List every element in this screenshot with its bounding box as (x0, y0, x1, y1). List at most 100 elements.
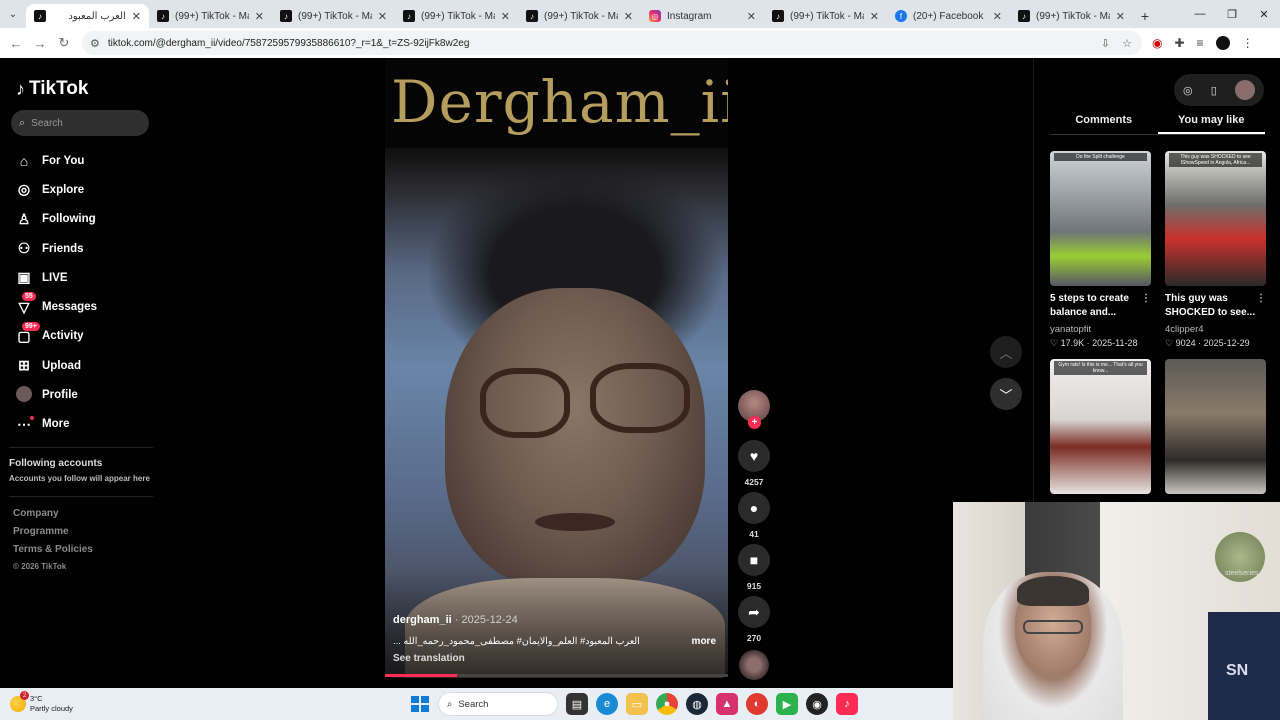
sidebar-item-profile[interactable]: Profile (16, 380, 97, 409)
video-thumbnail[interactable]: This guy was SHOCKED to see IShowSpeed i… (1165, 151, 1266, 286)
video-author[interactable]: dergham_ii · 2025-12-24 (393, 614, 518, 626)
obs-icon[interactable]: ◉ (806, 693, 828, 715)
sidebar-item-live[interactable]: ▣ LIVE (16, 263, 97, 292)
music-disc-icon[interactable] (739, 650, 769, 680)
recommended-video-card[interactable]: This guy was SHOCKED to see IShowSpeed i… (1165, 151, 1266, 349)
close-tab-icon[interactable]: ✕ (255, 10, 264, 23)
video-player[interactable]: Dergham_ii dergham_ii · 2025-12-24 العرب… (385, 58, 728, 678)
card-menu-icon[interactable]: ⋮ (1256, 292, 1266, 306)
search-input[interactable] (31, 117, 132, 129)
back-icon[interactable]: ← (4, 31, 28, 55)
steam-icon[interactable]: ◍ (686, 693, 708, 715)
forward-icon[interactable]: → (28, 31, 52, 55)
creator-avatar[interactable]: + (738, 390, 770, 429)
file-explorer-dark-icon[interactable]: ▤ (566, 693, 588, 715)
see-translation-link[interactable]: See translation (393, 653, 465, 664)
footer-link-terms[interactable]: Terms & Policies (13, 544, 93, 562)
recommended-video-card[interactable]: Gym rats! Is this is me... That's all yo… (1050, 359, 1151, 494)
comment-icon[interactable]: ● (738, 492, 770, 524)
card-title[interactable]: This guy was SHOCKED to see... ⋮ (1165, 292, 1266, 322)
next-video-chevron-down-icon[interactable]: ﹀ (990, 378, 1022, 410)
browser-tab[interactable]: f (20+) Facebook ✕ (887, 4, 1010, 28)
chrome-icon[interactable]: ● (656, 693, 678, 715)
card-author[interactable]: yanatopfit (1050, 324, 1151, 335)
device-icon[interactable]: ▯ (1211, 84, 1217, 97)
sidebar-item-explore[interactable]: ◎ Explore (16, 175, 97, 204)
weather-widget[interactable]: 2 3°C Partly cloudy (0, 691, 110, 714)
close-tab-icon[interactable]: ✕ (624, 10, 633, 23)
browser-profile-avatar[interactable] (1215, 36, 1230, 50)
explore-compass-icon[interactable]: ◎ (1183, 84, 1193, 97)
sidebar-item-for-you[interactable]: ⌂ For You (16, 146, 97, 175)
browser-tab[interactable]: ♪ (99+) TikTok - Make Y ✕ (1010, 4, 1133, 28)
previous-video-chevron-up-icon[interactable]: ︿ (990, 336, 1022, 368)
sidebar-item-friends[interactable]: ⚇ Friends (16, 234, 97, 263)
install-app-icon[interactable]: ⇩ (1101, 37, 1110, 50)
video-thumbnail[interactable]: Do the Split challenge (1050, 151, 1151, 286)
site-info-icon[interactable]: ⚙ (90, 37, 100, 50)
taskbar-search[interactable]: ⌕ Search (438, 692, 558, 716)
video-progress-bar[interactable] (385, 674, 728, 677)
app-green-icon[interactable]: ▶ (776, 693, 798, 715)
restore-icon[interactable]: ❐ (1216, 0, 1248, 28)
video-thumbnail[interactable]: Gym rats! Is this is me... That's all yo… (1050, 359, 1151, 494)
browser-tab[interactable]: ◎ Instagram ✕ (641, 4, 764, 28)
card-title[interactable]: 5 steps to create balance and... ⋮ (1050, 292, 1151, 322)
browser-tab[interactable]: ♪ (99+) TikTok - Make Y ✕ (395, 4, 518, 28)
caption-more-button[interactable]: more (692, 636, 716, 647)
card-author[interactable]: 4clipper4 (1165, 324, 1266, 335)
video-thumbnail[interactable] (1165, 359, 1266, 494)
tab-comments[interactable]: Comments (1050, 114, 1158, 134)
close-tab-icon[interactable]: ✕ (870, 10, 879, 23)
recommended-video-card[interactable]: Do the Split challenge 5 steps to create … (1050, 151, 1151, 349)
tab-you-may-like[interactable]: You may like (1157, 114, 1265, 134)
close-tab-icon[interactable]: ✕ (1116, 10, 1125, 23)
edge-icon[interactable]: e (596, 693, 618, 715)
sidebar-item-more[interactable]: ⋯ More (16, 410, 97, 439)
bookmark-star-icon[interactable]: ☆ (1122, 37, 1132, 50)
tiktok-logo[interactable]: ♪ TikTok (16, 78, 88, 100)
close-tab-icon[interactable]: ✕ (132, 10, 141, 23)
sidebar-item-messages[interactable]: ▽ 55 Messages (16, 292, 97, 321)
bookmark-icon[interactable]: ■ (738, 544, 770, 576)
close-tab-icon[interactable]: ✕ (747, 10, 756, 23)
like-icon[interactable]: ♥ (738, 440, 770, 472)
browser-tab[interactable]: ♪ (99+) TikTok - Make Y ✕ (149, 4, 272, 28)
share-icon[interactable]: ➦ (738, 596, 770, 628)
extensions-puzzle-icon[interactable]: ✚ (1174, 36, 1184, 50)
close-tab-icon[interactable]: ✕ (993, 10, 1002, 23)
browser-menu-icon[interactable]: ⋮ (1242, 36, 1254, 50)
sidebar-item-activity[interactable]: ▢ 99+ Activity (16, 321, 97, 351)
reload-icon[interactable]: ↻ (52, 31, 76, 55)
tiktok-icon: ♪ (403, 10, 415, 22)
browser-tab[interactable]: ♪ (99+) TikTok - Make Y ✕ (764, 4, 887, 28)
footer-link-company[interactable]: Company (13, 508, 93, 526)
avatar[interactable] (1234, 80, 1255, 100)
footer-link-programme[interactable]: Programme (13, 526, 93, 544)
extension-icon[interactable]: ◉ (1152, 36, 1162, 50)
close-tab-icon[interactable]: ✕ (378, 10, 387, 23)
sidebar-item-upload[interactable]: ⊞ Upload (16, 351, 97, 380)
compass-icon: ◎ (17, 181, 31, 198)
tab-search-icon[interactable]: ⌄ (0, 0, 26, 28)
photos-icon[interactable]: ▲ (716, 693, 738, 715)
app-red-icon[interactable]: ◐ (746, 693, 768, 715)
new-tab-button[interactable]: + (1133, 4, 1157, 28)
recommended-video-card[interactable] (1165, 359, 1266, 494)
media-controls-icon[interactable]: ≡ (1197, 36, 1204, 50)
close-window-icon[interactable]: ✕ (1248, 0, 1280, 28)
browser-tab[interactable]: ♪ العرب المعبود ✕ (26, 4, 149, 28)
url-field[interactable]: ⚙ tiktok.com/@dergham_ii/video/758725957… (82, 31, 1142, 55)
follow-plus-icon[interactable]: + (748, 416, 761, 429)
search-box[interactable]: ⌕ (11, 110, 149, 136)
author-handle[interactable]: dergham_ii (393, 614, 452, 626)
sidebar-item-following[interactable]: ♙ Following (16, 205, 97, 234)
minimize-icon[interactable]: — (1184, 0, 1216, 28)
close-tab-icon[interactable]: ✕ (501, 10, 510, 23)
tiktok-app-icon[interactable]: ♪ (836, 693, 858, 715)
file-explorer-icon[interactable]: ▭ (626, 693, 648, 715)
card-menu-icon[interactable]: ⋮ (1141, 292, 1151, 306)
browser-tab[interactable]: ♪ (99+) TikTok - Make Y ✕ (518, 4, 641, 28)
windows-start-icon[interactable] (408, 693, 430, 715)
browser-tab[interactable]: ♪ (99+) TikTok - Make Y ✕ (272, 4, 395, 28)
